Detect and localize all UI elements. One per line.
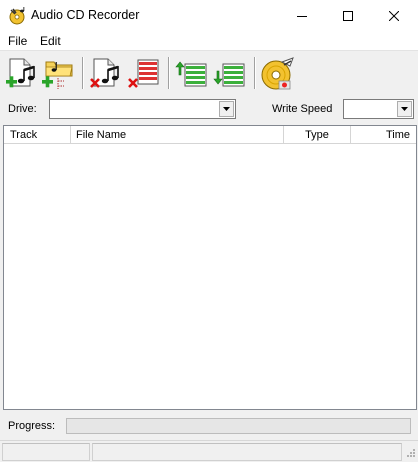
burn-cd-button[interactable] [260, 56, 296, 92]
menu-file[interactable]: File [8, 34, 27, 48]
drive-dropdown-button[interactable] [219, 101, 234, 117]
maximize-button[interactable] [325, 0, 371, 31]
track-list-header: Track File Name Type Time [4, 126, 416, 144]
title-bar[interactable]: Audio CD Recorder [0, 0, 418, 31]
resize-grip-icon[interactable] [404, 448, 416, 460]
drive-label: Drive: [8, 103, 37, 115]
remove-track-button[interactable] [88, 56, 124, 92]
column-header-track[interactable]: Track [4, 126, 71, 144]
move-down-icon [213, 63, 245, 87]
move-up-icon [175, 61, 207, 87]
add-folder-icon [42, 61, 73, 89]
toolbar-separator [254, 57, 256, 89]
move-up-button[interactable] [174, 56, 210, 92]
column-header-type[interactable]: Type [284, 126, 351, 144]
toolbar-separator [168, 57, 170, 89]
write-speed-select[interactable] [343, 99, 414, 119]
toolbar-separator [82, 57, 84, 89]
write-speed-label: Write Speed [272, 103, 333, 115]
add-track-button[interactable] [4, 56, 40, 92]
progress-label: Progress: [8, 420, 56, 432]
column-header-time[interactable]: Time [351, 126, 416, 144]
maximize-icon [343, 10, 353, 21]
column-header-file-name[interactable]: File Name [71, 126, 284, 144]
app-icon [9, 7, 25, 25]
chevron-down-icon [223, 107, 230, 111]
remove-all-icon [128, 59, 159, 88]
chevron-down-icon [401, 107, 408, 111]
close-icon [389, 10, 399, 21]
app-window: Audio CD Recorder File Edit Drive: Write… [0, 0, 418, 462]
add-track-icon [6, 58, 35, 88]
toolbar [0, 50, 418, 94]
remove-track-icon [90, 58, 119, 88]
progress-bar [66, 418, 411, 434]
drive-select[interactable] [49, 99, 236, 119]
minimize-icon [297, 15, 307, 17]
menu-bar: File Edit [0, 31, 418, 50]
remove-all-button[interactable] [126, 56, 162, 92]
status-panel-left [2, 443, 90, 461]
write-speed-dropdown-button[interactable] [397, 101, 412, 117]
move-down-button[interactable] [212, 56, 248, 92]
window-title: Audio CD Recorder [31, 8, 140, 22]
close-button[interactable] [371, 0, 417, 31]
status-bar [0, 440, 418, 462]
status-panel-main [92, 443, 402, 461]
add-folder-button[interactable] [40, 56, 76, 92]
burn-cd-icon [261, 57, 294, 90]
progress-row: Progress: [0, 414, 418, 438]
menu-edit[interactable]: Edit [40, 34, 61, 48]
track-list[interactable]: Track File Name Type Time [3, 125, 417, 410]
drive-row: Drive: Write Speed [0, 96, 418, 122]
minimize-button[interactable] [279, 0, 325, 31]
